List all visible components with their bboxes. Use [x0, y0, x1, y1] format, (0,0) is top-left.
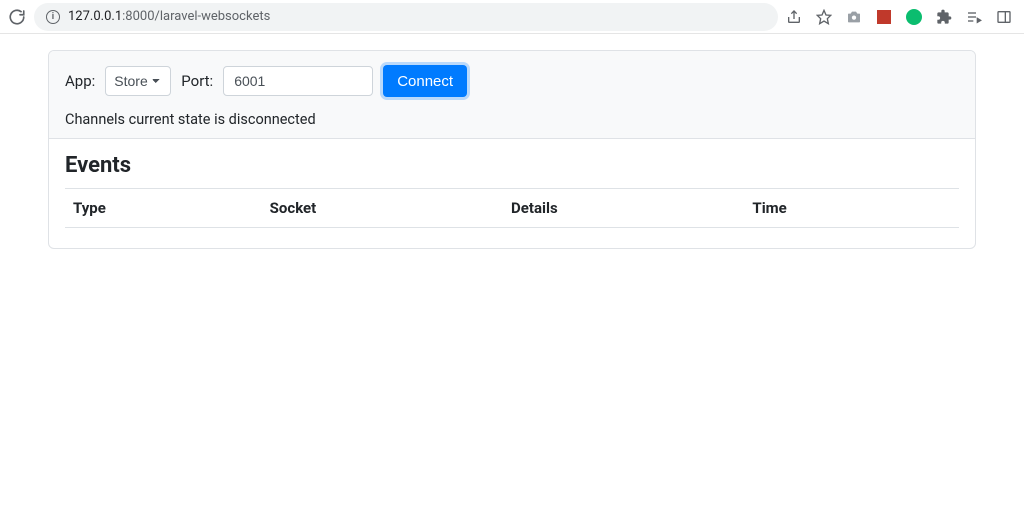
panel-icon[interactable]	[996, 9, 1012, 25]
main-card: App: Store Port: Connect Channels curren…	[48, 50, 976, 249]
port-label: Port:	[181, 72, 213, 90]
url-host: 127.0.0.1	[68, 9, 122, 24]
connection-status-text: Channels current state is disconnected	[65, 111, 959, 128]
page-content: App: Store Port: Connect Channels curren…	[0, 34, 1024, 265]
app-select[interactable]: Store	[105, 66, 171, 96]
extension-green-icon[interactable]	[906, 9, 922, 25]
reload-icon[interactable]	[8, 8, 26, 26]
col-header-socket: Socket	[262, 189, 503, 228]
browser-chrome-bar: i 127.0.0.1:8000/laravel-websockets	[0, 0, 1024, 34]
connection-form: App: Store Port: Connect Channels curren…	[49, 51, 975, 139]
star-icon[interactable]	[816, 9, 832, 25]
url-path: /laravel-websockets	[155, 9, 271, 24]
extension-red-icon[interactable]	[876, 9, 892, 25]
share-icon[interactable]	[786, 9, 802, 25]
app-label: App:	[65, 72, 95, 90]
browser-toolbar-icons	[786, 9, 1016, 25]
port-input[interactable]	[223, 66, 373, 96]
col-header-details: Details	[503, 189, 744, 228]
camera-icon[interactable]	[846, 9, 862, 25]
form-controls-row: App: Store Port: Connect	[65, 65, 959, 97]
info-icon: i	[46, 10, 60, 24]
connect-button[interactable]: Connect	[383, 65, 467, 97]
col-header-time: Time	[744, 189, 959, 228]
address-bar[interactable]: i 127.0.0.1:8000/laravel-websockets	[34, 3, 778, 31]
playlist-icon[interactable]	[966, 9, 982, 25]
url-port: :8000	[122, 9, 154, 24]
col-header-type: Type	[65, 189, 262, 228]
url-text: 127.0.0.1:8000/laravel-websockets	[68, 9, 270, 24]
events-table: Type Socket Details Time	[65, 188, 959, 228]
events-title: Events	[65, 153, 959, 178]
extensions-icon[interactable]	[936, 9, 952, 25]
events-header-row: Type Socket Details Time	[65, 189, 959, 228]
events-section: Events Type Socket Details Time	[49, 139, 975, 248]
